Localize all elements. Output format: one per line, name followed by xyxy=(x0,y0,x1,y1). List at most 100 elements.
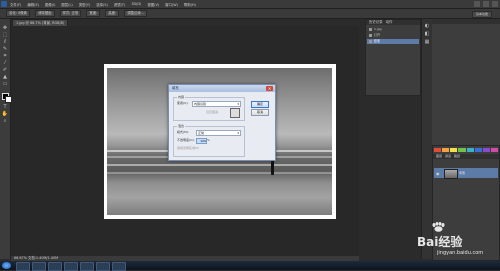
menu-item[interactable]: 图像(I) xyxy=(45,2,55,7)
history-panel-tabs: 历史记录 动作 xyxy=(366,20,420,25)
panel-tab[interactable]: 图层 xyxy=(436,154,442,158)
panel-tab[interactable]: 路径 xyxy=(454,154,460,158)
close-window-icon[interactable] xyxy=(492,1,498,7)
opacity-input[interactable]: 100 xyxy=(196,138,207,144)
menu-item[interactable]: 选择(S) xyxy=(96,2,108,7)
chevron-down-icon: ▾ xyxy=(237,131,239,135)
eyedropper-tool-icon[interactable]: ⁄ xyxy=(2,60,8,66)
history-item-label: 打开 xyxy=(374,33,381,37)
content-group-label: 内容 xyxy=(177,95,186,99)
watermark-brand-suffix: 经验 xyxy=(438,235,463,249)
option-control[interactable]: 调整边缘... xyxy=(124,10,147,17)
color-swatch[interactable] xyxy=(450,148,458,152)
color-swatch[interactable] xyxy=(442,148,450,152)
panel-tab[interactable]: 动作 xyxy=(386,20,393,24)
menu-items: 文件(F) 编辑(E) 图像(I) 图层(L) 类型(Y) 选择(S) 滤镜(T) 3D(D)… xyxy=(10,0,196,8)
menu-item[interactable]: 窗口(W) xyxy=(165,2,178,7)
option-control[interactable]: 消除锯齿 xyxy=(34,10,55,17)
watermark-url: jingyan.baidu.com xyxy=(437,250,484,256)
menu-item[interactable]: 3D(D) xyxy=(131,2,141,6)
use-label: 使用(U): xyxy=(177,101,189,105)
photoshop-logo-icon xyxy=(1,1,7,7)
brush-tool-icon[interactable]: ✐ xyxy=(2,67,8,73)
document-tab[interactable]: 1.jpg @ 66.7% (背景, RGB/8) xyxy=(12,19,69,26)
window-controls xyxy=(474,1,498,7)
zoom-tool-icon[interactable]: ⌕ xyxy=(2,118,8,124)
history-item-label: 套索 xyxy=(374,39,381,43)
pattern-picker[interactable] xyxy=(230,108,240,118)
tools-panel: ✥ ⬚ ℓ ✎ ⌗ ⁄ ✐ ▲ ▭ T ✋ ⌕ xyxy=(0,19,12,259)
option-control[interactable]: 样式: 正常 xyxy=(59,10,82,17)
mode-dropdown[interactable]: 正常 ▾ xyxy=(196,130,241,136)
custom-pattern-label: 自定图案: xyxy=(206,110,220,114)
ok-button[interactable]: 确定 xyxy=(251,101,269,108)
history-state-icon xyxy=(369,33,372,37)
workspace-switcher[interactable]: 基本功能 xyxy=(472,11,492,18)
menu-item[interactable]: 编辑(E) xyxy=(27,2,39,7)
use-dropdown[interactable]: 内容识别 ▾ xyxy=(192,101,241,107)
wave-line xyxy=(107,164,332,166)
styles-panel-icon[interactable]: ▦ xyxy=(424,39,430,45)
menu-item[interactable]: 视图(V) xyxy=(147,2,159,7)
panel-tab[interactable]: 通道 xyxy=(445,154,451,158)
color-swatch[interactable] xyxy=(474,148,482,152)
mode-label: 模式(M): xyxy=(177,130,189,134)
start-button-icon[interactable] xyxy=(2,262,11,269)
blend-group: 混合 模式(M): 正常 ▾ 不透明度(O): 100 % 保留透明区域(P) xyxy=(173,124,245,157)
menu-item[interactable]: 图层(L) xyxy=(61,2,72,7)
history-snapshot[interactable]: 1.jpg xyxy=(369,27,382,32)
eye-icon[interactable]: ◉ xyxy=(436,171,440,176)
hand-tool-icon[interactable]: ✋ xyxy=(2,111,8,117)
minimize-icon[interactable] xyxy=(474,1,480,7)
fill-dialog: 填充 ✕ 内容 使用(U): 内容识别 ▾ 自定图案: 混合 模式(M): 正常… xyxy=(168,84,276,161)
option-control[interactable]: 宽度: xyxy=(86,10,101,17)
color-swatch[interactable] xyxy=(466,148,474,152)
crop-tool-icon[interactable]: ⌗ xyxy=(2,53,8,59)
history-item-selected[interactable]: 套索 xyxy=(367,39,419,44)
dialog-titlebar[interactable]: 填充 xyxy=(169,85,275,92)
layers-panel-tabs: 图层 通道 路径 xyxy=(433,154,499,159)
color-swatch[interactable] xyxy=(482,148,490,152)
quick-select-tool-icon[interactable]: ✎ xyxy=(2,46,8,52)
wave-line xyxy=(107,172,332,174)
swatch-strip xyxy=(434,147,498,153)
color-panel-icon[interactable]: ◐ xyxy=(424,23,430,29)
dialog-title: 填充 xyxy=(172,86,179,90)
history-panel: 历史记录 动作 1.jpg 打开 套索 xyxy=(365,19,421,96)
eraser-tool-icon[interactable]: ▭ xyxy=(2,81,8,87)
opacity-unit: % xyxy=(207,138,210,142)
layer-thumbnail xyxy=(444,169,458,179)
maximize-icon[interactable] xyxy=(483,1,489,7)
history-item[interactable]: 打开 xyxy=(369,33,380,38)
marquee-tool-icon[interactable]: ⬚ xyxy=(2,32,8,38)
options-items: 羽化: 0像素 消除锯齿 样式: 正常 宽度: 高度: 调整边缘... xyxy=(6,9,147,18)
lasso-tool-icon[interactable]: ℓ xyxy=(2,39,8,45)
layer-row[interactable]: ◉ 背景 xyxy=(434,168,498,179)
panel-tab[interactable]: 历史记录 xyxy=(369,20,383,24)
option-control[interactable]: 羽化: 0像素 xyxy=(6,10,30,17)
watermark: Bai经验 xyxy=(417,233,462,250)
person-silhouette xyxy=(271,161,274,175)
menu-item[interactable]: 文件(F) xyxy=(10,2,21,7)
color-swatch[interactable] xyxy=(458,148,466,152)
mode-dropdown-value: 正常 xyxy=(198,131,205,135)
status-text: 66.67% 文档:1.40M/1.40M xyxy=(14,256,59,260)
adjustments-panel-icon[interactable]: ◧ xyxy=(424,31,430,37)
color-swatch[interactable] xyxy=(490,148,498,152)
color-panel-header xyxy=(432,19,500,24)
menu-item[interactable]: 滤镜(T) xyxy=(114,2,126,7)
blend-group-label: 混合 xyxy=(177,124,186,128)
cancel-button[interactable]: 取消 xyxy=(251,109,269,116)
history-item-label: 1.jpg xyxy=(374,27,382,31)
close-icon[interactable]: ✕ xyxy=(266,86,273,91)
color-swatch[interactable] xyxy=(434,148,442,152)
menu-item[interactable]: 类型(Y) xyxy=(79,2,91,7)
stamp-tool-icon[interactable]: ▲ xyxy=(2,74,8,80)
snapshot-thumbnail xyxy=(369,27,372,31)
preserve-transparency-label[interactable]: 保留透明区域(P) xyxy=(177,146,199,150)
move-tool-icon[interactable]: ✥ xyxy=(2,25,8,31)
text-tool-icon[interactable]: T xyxy=(2,104,8,110)
menu-item[interactable]: 帮助(H) xyxy=(184,2,196,7)
option-control[interactable]: 高度: xyxy=(105,10,120,17)
baidu-paw-logo-icon xyxy=(432,222,445,232)
